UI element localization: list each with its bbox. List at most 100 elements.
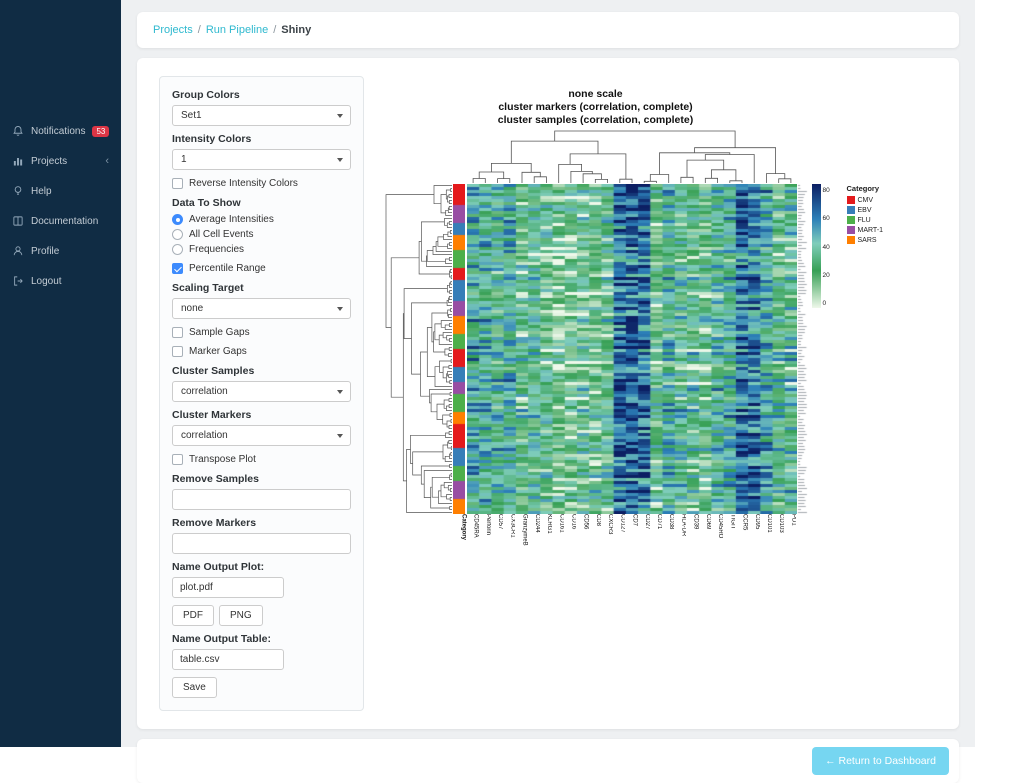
cluster-samples-select[interactable]: correlation [172,381,351,402]
sidebar-item-projects[interactable]: Projects ‹ [0,146,121,176]
sidebar-item-documentation[interactable]: Documentation [0,206,121,236]
png-button[interactable]: PNG [219,605,263,626]
radio-average-intensities[interactable]: Average Intensities [172,214,351,225]
legend-label: FLU [857,216,871,224]
left-dendrogram [385,185,452,513]
return-to-dashboard-button[interactable]: ← Return to Dashboard [812,747,949,775]
checkbox-label: Transpose Plot [189,454,256,465]
sample-gaps-checkbox[interactable]: Sample Gaps [172,327,351,338]
legend-swatch [846,206,855,214]
radio-all-cell-events[interactable]: All Cell Events [172,229,351,240]
breadcrumb-run-pipeline[interactable]: Run Pipeline [206,24,268,36]
chevron-down-icon [337,158,343,162]
intensity-scale-bar [811,184,821,308]
column-label: CCR5 [741,514,748,531]
sidebar-item-label: Notifications [31,125,86,137]
column-label: CD56 [582,514,589,530]
column-label: CXCR3 [607,514,614,535]
intensity-scale-ticks: 80 60 40 20 0 [823,187,830,307]
legend-label: CMV [857,196,874,204]
legend-swatch [846,226,855,234]
sidebar-item-label: Logout [31,275,62,287]
chevron-left-icon: ‹ [105,155,109,167]
legend-swatch [846,216,855,224]
column-label: CD45RO [717,514,724,539]
column-label: CD71 [656,514,662,530]
column-label: PD1 [790,514,797,526]
sidebar-item-help[interactable]: Help [0,176,121,206]
column-label: GranzymeB [521,514,528,546]
person-icon [12,245,24,257]
legend-swatch [846,236,855,244]
breadcrumb-projects[interactable]: Projects [153,24,193,36]
category-strip-canvas [452,184,465,514]
name-output-table-label: Name Output Table: [172,633,271,645]
legend-row: MART-1 [846,226,919,234]
column-label: CD45RA [472,514,479,538]
legend-row: CMV [846,196,919,204]
cluster-markers-value: correlation [181,430,228,441]
sidebar-item-label: Documentation [31,215,99,227]
intensity-scale: 80 60 40 20 0 [809,184,845,514]
sidebar-item-logout[interactable]: Logout [0,266,121,296]
intensity-colors-select[interactable]: 1 [172,149,351,170]
app-window: Notifications 53 Projects ‹ Help Documen… [0,0,1024,783]
book-icon [12,215,24,227]
reverse-intensity-checkbox[interactable]: Reverse Intensity Colors [172,178,351,189]
radio-icon [172,214,183,225]
scaling-target-select[interactable]: none [172,298,351,319]
sidebar-item-label: Help [31,185,52,197]
heatmap-canvas [466,184,797,514]
transpose-plot-checkbox[interactable]: Transpose Plot [172,454,351,465]
legend-row: EBV [846,206,919,214]
column-label: CD95 [753,514,760,530]
column-label: CD7 [631,514,638,527]
group-colors-value: Set1 [181,110,202,121]
column-label: CD101 [765,514,772,533]
sidebar-item-profile[interactable]: Profile [0,236,121,266]
marker-gaps-checkbox[interactable]: Marker Gaps [172,346,351,357]
scale-tick: 40 [822,243,830,251]
cluster-samples-label: Cluster Samples [172,365,255,377]
legend-swatch [846,196,855,204]
chevron-down-icon [337,114,343,118]
breadcrumb-separator: / [197,24,201,36]
checkbox-icon [172,454,183,465]
sidebar-item-label: Projects [31,155,68,167]
legend-label: SARS [857,236,877,244]
scaling-target-value: none [181,303,204,314]
scaling-target-label: Scaling Target [172,282,244,294]
top-dendrogram [472,130,791,183]
save-button[interactable]: Save [172,677,217,698]
cluster-markers-select[interactable]: correlation [172,425,351,446]
column-label: KLRG1 [546,514,553,534]
percentile-range-checkbox[interactable]: Percentile Range [172,263,351,274]
breadcrumb: Projects / Run Pipeline / Shiny [137,12,959,48]
table-filename-input[interactable] [172,649,284,670]
checkbox-label: Percentile Range [189,263,266,274]
bell-icon [12,125,24,137]
checkbox-label: Sample Gaps [189,327,250,338]
column-label: CD16 [570,514,577,530]
plot-title: none scale cluster markers (correlation,… [383,86,809,128]
breadcrumb-current: Shiny [281,24,312,36]
remove-markers-input[interactable] [172,533,351,554]
group-colors-label: Group Colors [172,89,240,101]
checkbox-icon [172,263,183,274]
column-label: CD39 [692,514,699,530]
column-label: HLA-DR [680,514,687,537]
remove-samples-input[interactable] [172,489,351,510]
plot-filename-input[interactable] [172,577,284,598]
column-label: CD57 [497,514,504,530]
column-label: Perforin [484,514,491,536]
legend-label: MART-1 [857,226,884,234]
group-colors-select[interactable]: Set1 [172,105,351,126]
legend-title: Category [846,184,880,193]
pdf-button[interactable]: PDF [172,605,214,626]
column-label: CD27 [643,514,650,530]
checkbox-icon [172,327,183,338]
remove-samples-label: Remove Samples [172,473,259,485]
column-label: CD103 [778,514,785,533]
radio-frequencies[interactable]: Frequencies [172,244,351,255]
sidebar-item-notifications[interactable]: Notifications 53 [0,116,121,146]
